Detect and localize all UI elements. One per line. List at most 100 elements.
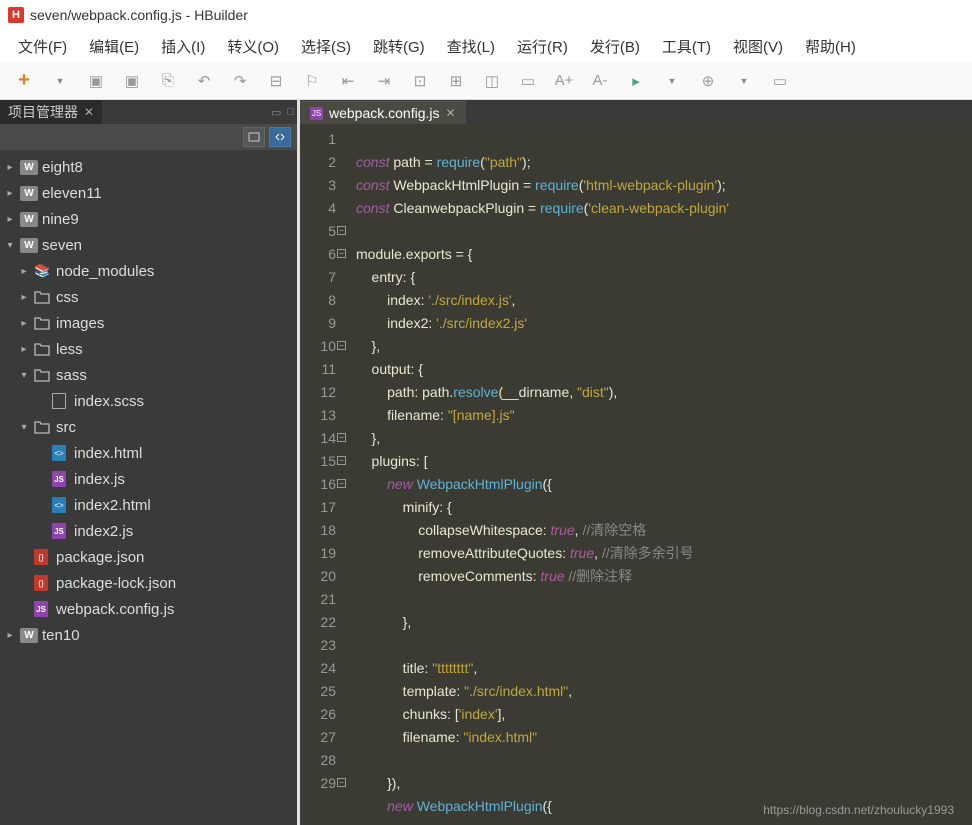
menu-edit[interactable]: 编辑(E) — [81, 32, 147, 61]
line-gutter[interactable]: 12345−6−78910−11121314−15−16−17181920212… — [300, 124, 342, 825]
run-dropdown-icon[interactable]: ▼ — [662, 71, 682, 91]
line-number[interactable]: 24 — [300, 657, 336, 680]
expand-arrow-icon[interactable]: ▸ — [4, 188, 16, 199]
browser-icon[interactable]: ◫ — [482, 71, 502, 91]
expand-arrow-icon[interactable]: ▸ — [4, 162, 16, 173]
save-icon[interactable]: ▣ — [86, 71, 106, 91]
minimize-icon[interactable]: ▭ — [268, 106, 284, 119]
line-number[interactable]: 18 — [300, 519, 336, 542]
line-number[interactable]: 27 — [300, 726, 336, 749]
menu-insert[interactable]: 插入(I) — [153, 32, 213, 61]
line-number[interactable]: 6− — [300, 243, 336, 266]
copy-icon[interactable]: ⎘ — [158, 71, 178, 91]
close-icon[interactable]: ✕ — [446, 106, 456, 120]
menu-publish[interactable]: 发行(B) — [582, 32, 648, 61]
menu-file[interactable]: 文件(F) — [10, 32, 75, 61]
collapse-all-icon[interactable] — [243, 127, 265, 147]
panel-tab-project[interactable]: 项目管理器 ✕ — [0, 100, 102, 125]
menu-select[interactable]: 选择(S) — [293, 32, 359, 61]
tree-item[interactable]: ▸Wten10 — [0, 622, 297, 648]
menu-goto[interactable]: 跳转(G) — [365, 32, 433, 61]
line-number[interactable]: 19 — [300, 542, 336, 565]
line-number[interactable]: 1 — [300, 128, 336, 151]
menu-find[interactable]: 查找(L) — [439, 32, 503, 61]
line-number[interactable]: 3 — [300, 174, 336, 197]
fold-icon[interactable]: − — [337, 433, 346, 442]
format-icon[interactable]: ⊟ — [266, 71, 286, 91]
comment-icon[interactable]: ⊡ — [410, 71, 430, 91]
tree-item[interactable]: <>index2.html — [0, 492, 297, 518]
preview-icon[interactable]: ▭ — [518, 71, 538, 91]
menu-help[interactable]: 帮助(H) — [797, 32, 864, 61]
line-number[interactable]: 22 — [300, 611, 336, 634]
tree-item[interactable]: JSindex.js — [0, 466, 297, 492]
fold-icon[interactable]: − — [337, 226, 346, 235]
line-number[interactable]: 7 — [300, 266, 336, 289]
outdent-icon[interactable]: ⇤ — [338, 71, 358, 91]
restore-icon[interactable]: □ — [284, 106, 297, 118]
expand-arrow-icon[interactable]: ▸ — [18, 318, 30, 329]
line-number[interactable]: 9 — [300, 312, 336, 335]
globe-dropdown-icon[interactable]: ▼ — [734, 71, 754, 91]
close-icon[interactable]: ✕ — [84, 105, 94, 119]
expand-arrow-icon[interactable]: ▾ — [18, 422, 30, 433]
expand-arrow-icon[interactable]: ▸ — [18, 344, 30, 355]
menu-transform[interactable]: 转义(O) — [219, 32, 287, 61]
tree-item[interactable]: {}package.json — [0, 544, 297, 570]
line-number[interactable]: 8 — [300, 289, 336, 312]
expand-arrow-icon[interactable]: ▸ — [4, 630, 16, 641]
expand-arrow-icon[interactable]: ▾ — [18, 370, 30, 381]
terminal-icon[interactable]: ▭ — [770, 71, 790, 91]
font-larger-icon[interactable]: A+ — [554, 71, 574, 91]
line-number[interactable]: 25 — [300, 680, 336, 703]
line-number[interactable]: 29− — [300, 772, 336, 795]
tree-item[interactable]: ▸less — [0, 336, 297, 362]
menu-tools[interactable]: 工具(T) — [654, 32, 719, 61]
undo-icon[interactable]: ↶ — [194, 71, 214, 91]
line-number[interactable]: 14− — [300, 427, 336, 450]
fold-icon[interactable]: − — [337, 778, 346, 787]
fold-icon[interactable]: − — [337, 341, 346, 350]
fold-icon[interactable]: − — [337, 249, 346, 258]
line-number[interactable]: 21 — [300, 588, 336, 611]
code-content[interactable]: const path = require("path"); const Webp… — [342, 124, 972, 825]
line-number[interactable]: 4 — [300, 197, 336, 220]
globe-icon[interactable]: ⊕ — [698, 71, 718, 91]
line-number[interactable]: 23 — [300, 634, 336, 657]
expand-arrow-icon[interactable]: ▸ — [18, 292, 30, 303]
line-number[interactable]: 26 — [300, 703, 336, 726]
bookmark-icon[interactable]: ⚐ — [302, 71, 322, 91]
new-dropdown-icon[interactable]: ▼ — [50, 71, 70, 91]
tree-item[interactable]: ▸css — [0, 284, 297, 310]
save-all-icon[interactable]: ▣ — [122, 71, 142, 91]
expand-arrow-icon[interactable]: ▸ — [18, 266, 30, 277]
line-number[interactable]: 12 — [300, 381, 336, 404]
tree-item[interactable]: <>index.html — [0, 440, 297, 466]
line-number[interactable]: 17 — [300, 496, 336, 519]
tree-item[interactable]: {}package-lock.json — [0, 570, 297, 596]
tree-item[interactable]: JSindex2.js — [0, 518, 297, 544]
fold-icon[interactable]: − — [337, 479, 346, 488]
line-number[interactable]: 28 — [300, 749, 336, 772]
uncomment-icon[interactable]: ⊞ — [446, 71, 466, 91]
link-editor-icon[interactable] — [269, 127, 291, 147]
new-icon[interactable]: + — [14, 71, 34, 91]
tree-item[interactable]: ▸Wnine9 — [0, 206, 297, 232]
menu-view[interactable]: 视图(V) — [725, 32, 791, 61]
tree-item[interactable]: ▸images — [0, 310, 297, 336]
tree-item[interactable]: index.scss — [0, 388, 297, 414]
editor-tab-webpack[interactable]: JS webpack.config.js ✕ — [300, 101, 466, 124]
line-number[interactable]: 15− — [300, 450, 336, 473]
run-icon[interactable]: ▸ — [626, 71, 646, 91]
indent-icon[interactable]: ⇥ — [374, 71, 394, 91]
redo-icon[interactable]: ↷ — [230, 71, 250, 91]
line-number[interactable]: 11 — [300, 358, 336, 381]
line-number[interactable]: 10− — [300, 335, 336, 358]
expand-arrow-icon[interactable]: ▾ — [4, 240, 16, 251]
line-number[interactable]: 16− — [300, 473, 336, 496]
line-number[interactable]: 2 — [300, 151, 336, 174]
fold-icon[interactable]: − — [337, 456, 346, 465]
tree-item[interactable]: ▸Weight8 — [0, 154, 297, 180]
expand-arrow-icon[interactable]: ▸ — [4, 214, 16, 225]
tree-item[interactable]: ▸📚node_modules — [0, 258, 297, 284]
